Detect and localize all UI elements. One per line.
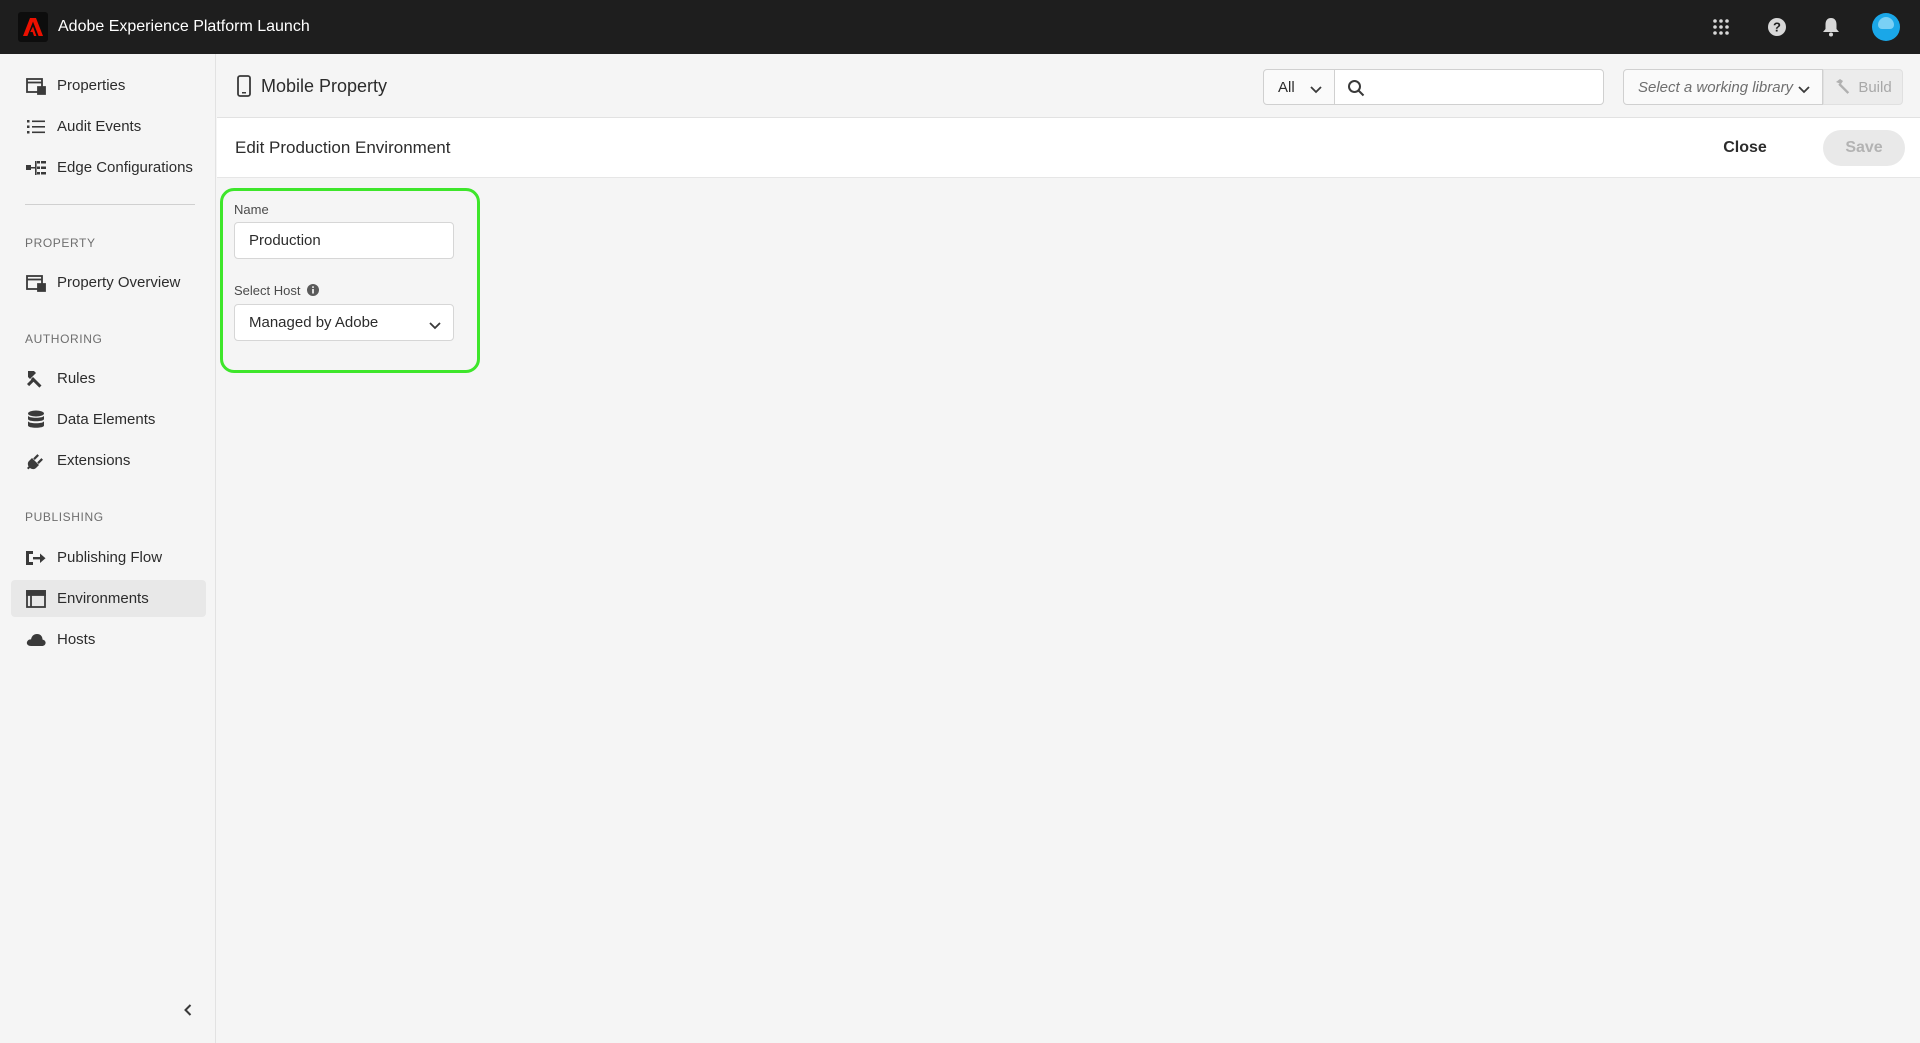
- chevron-down-icon: [1310, 81, 1322, 98]
- hammer-icon: [1834, 78, 1852, 96]
- sidebar-item-label: Publishing Flow: [57, 549, 163, 566]
- search-input[interactable]: [1375, 76, 1595, 98]
- search-box[interactable]: [1334, 69, 1604, 105]
- sidebar-item-label: Extensions: [57, 452, 131, 469]
- search-filter-select[interactable]: All: [1263, 69, 1335, 105]
- user-avatar[interactable]: [1872, 13, 1900, 41]
- sidebar-item-label: Data Elements: [57, 411, 156, 428]
- chevron-left-icon: [183, 1003, 193, 1021]
- sidebar-item-rules[interactable]: Rules: [11, 360, 206, 397]
- sidebar-divider: [25, 204, 195, 205]
- section-label-property: PROPERTY: [25, 236, 96, 250]
- save-button[interactable]: Save: [1823, 130, 1905, 166]
- sidebar: Properties Audit Events Edge Configurati…: [0, 54, 216, 1043]
- section-label-publishing: PUBLISHING: [25, 510, 104, 524]
- help-icon[interactable]: ?: [1764, 14, 1790, 40]
- section-label-authoring: AUTHORING: [25, 332, 103, 346]
- search-filter-value: All: [1278, 78, 1295, 96]
- list-icon: [25, 116, 47, 138]
- sidebar-item-label: Hosts: [57, 631, 96, 648]
- property-title: Mobile Property: [237, 54, 387, 118]
- build-button[interactable]: Build: [1823, 69, 1903, 105]
- close-button[interactable]: Close: [1715, 130, 1775, 166]
- sidebar-item-label: Environments: [57, 590, 149, 607]
- chevron-down-icon: [429, 317, 441, 334]
- sidebar-item-hosts[interactable]: Hosts: [11, 621, 206, 658]
- sidebar-item-properties[interactable]: Properties: [11, 67, 206, 104]
- publishing-flow-icon: [25, 547, 47, 569]
- sidebar-item-environments[interactable]: Environments: [11, 580, 206, 617]
- sidebar-item-label: Rules: [57, 370, 96, 387]
- sidebar-item-property-overview[interactable]: Property Overview: [11, 264, 206, 301]
- edit-environment-bar: Edit Production Environment Close Save: [217, 118, 1920, 178]
- edge-config-icon: [25, 157, 47, 179]
- info-icon[interactable]: [306, 283, 320, 297]
- working-library-placeholder: Select a working library: [1638, 78, 1794, 96]
- sidebar-item-audit-events[interactable]: Audit Events: [11, 108, 206, 145]
- adobe-logo[interactable]: [18, 12, 48, 42]
- sidebar-item-publishing-flow[interactable]: Publishing Flow: [11, 539, 206, 576]
- select-host-label: Select Host: [234, 283, 301, 298]
- property-header: Mobile Property All Select a working lib…: [217, 54, 1920, 118]
- app-title: Adobe Experience Platform Launch: [58, 18, 310, 35]
- working-library-select[interactable]: Select a working library: [1623, 69, 1823, 105]
- sidebar-item-extensions[interactable]: Extensions: [11, 442, 206, 479]
- host-select[interactable]: Managed by Adobe: [234, 304, 454, 341]
- property-name: Mobile Property: [261, 75, 388, 96]
- svg-text:?: ?: [1773, 20, 1781, 35]
- apps-grid-icon[interactable]: [1708, 14, 1734, 40]
- cloud-icon: [25, 629, 47, 651]
- database-icon: [25, 409, 47, 431]
- name-field-label: Name: [234, 202, 269, 217]
- properties-icon: [25, 75, 47, 97]
- search-icon: [1347, 79, 1365, 102]
- chevron-down-icon: [1798, 81, 1810, 98]
- top-bar: Adobe Experience Platform Launch ?: [0, 0, 1920, 54]
- environments-icon: [25, 588, 47, 610]
- name-field[interactable]: [234, 222, 454, 259]
- sidebar-item-data-elements[interactable]: Data Elements: [11, 401, 206, 438]
- collapse-sidebar-button[interactable]: [178, 1002, 198, 1022]
- sidebar-item-label: Edge Configurations: [57, 159, 193, 176]
- sidebar-item-label: Audit Events: [57, 118, 142, 135]
- sidebar-item-label: Properties: [57, 77, 126, 94]
- page-title: Edit Production Environment: [235, 138, 451, 157]
- sidebar-item-edge-configurations[interactable]: Edge Configurations: [11, 149, 206, 186]
- build-label: Build: [1858, 78, 1892, 96]
- properties-icon: [25, 272, 47, 294]
- notifications-bell-icon[interactable]: [1818, 14, 1844, 40]
- rules-icon: [25, 368, 47, 390]
- sidebar-item-label: Property Overview: [57, 274, 181, 291]
- plug-icon: [25, 450, 47, 472]
- mobile-device-icon: [237, 75, 251, 97]
- host-select-value: Managed by Adobe: [249, 314, 379, 331]
